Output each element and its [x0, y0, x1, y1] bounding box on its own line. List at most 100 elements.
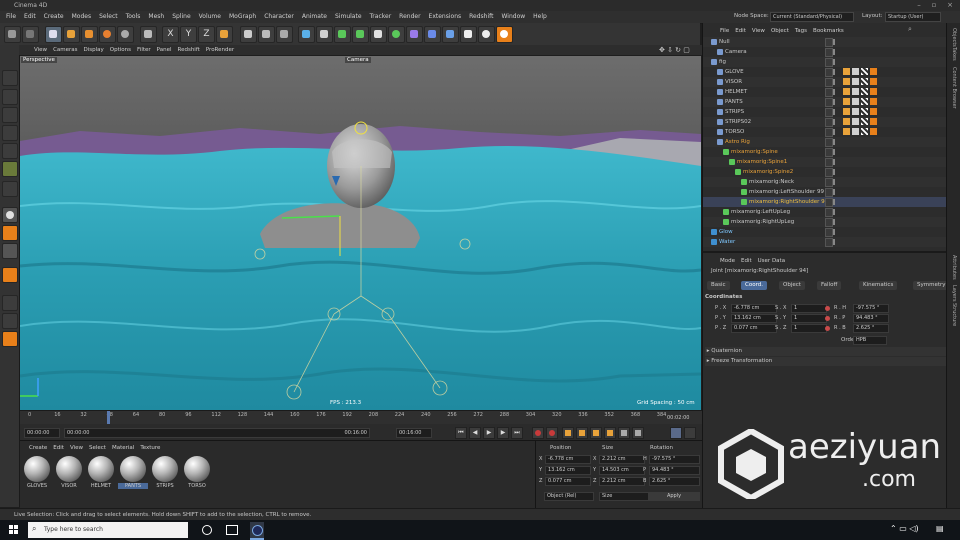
cube-button[interactable]	[298, 26, 315, 43]
material-tag-icon[interactable]	[843, 68, 850, 75]
object-row[interactable]: TORSO	[703, 127, 947, 137]
minimize-button[interactable]: –	[913, 1, 925, 10]
maximize-button[interactable]: ▫	[928, 1, 940, 10]
visibility-toggle-icon[interactable]	[833, 139, 835, 145]
material-menu-select[interactable]: Select	[86, 443, 109, 453]
material-tag-icon[interactable]	[843, 128, 850, 135]
menu-simulate[interactable]: Simulate	[331, 11, 366, 23]
scale-button[interactable]	[81, 26, 98, 43]
weight-tag-icon[interactable]	[870, 118, 877, 125]
visibility-dots[interactable]	[825, 158, 833, 167]
camera-button[interactable]	[460, 26, 477, 43]
material-menu-texture[interactable]: Texture	[137, 443, 163, 453]
visibility-toggle-icon[interactable]	[833, 39, 835, 45]
object-row[interactable]: Water	[703, 237, 947, 247]
fcurve-button[interactable]	[684, 427, 696, 439]
recent-tools-button[interactable]	[117, 26, 134, 43]
redshift-light-button[interactable]	[2, 267, 18, 283]
material-tag-icon[interactable]	[843, 88, 850, 95]
coordinate-system-button[interactable]	[216, 26, 233, 43]
object-menu-bookmarks[interactable]: Bookmarks	[810, 26, 847, 36]
attr-position-field[interactable]: -6.778 cm	[731, 304, 777, 313]
viewport-menu-display[interactable]: Display	[81, 45, 107, 55]
go-to-start-button[interactable]: ⏮	[455, 427, 467, 439]
weight-tag-icon[interactable]	[870, 68, 877, 75]
attribute-menu-user-data[interactable]: User Data	[755, 256, 788, 266]
menu-render[interactable]: Render	[395, 11, 424, 23]
visibility-toggle-icon[interactable]	[833, 79, 835, 85]
object-row[interactable]: mixamorig:Spine1	[703, 157, 947, 167]
visibility-toggle-icon[interactable]	[833, 49, 835, 55]
order-select[interactable]: HPB	[853, 336, 887, 345]
object-menu-tags[interactable]: Tags	[792, 26, 810, 36]
start-time-field[interactable]: 00:00:00	[24, 428, 60, 438]
material-swatch[interactable]: PANTS	[118, 455, 148, 489]
coord-size-field[interactable]: 2.212 cm	[599, 455, 645, 464]
visibility-toggle-icon[interactable]	[833, 109, 835, 115]
texture-tag-icon[interactable]	[852, 98, 859, 105]
weight-tag-icon[interactable]	[870, 98, 877, 105]
apply-button[interactable]: Apply	[648, 492, 700, 501]
checker-tag-icon[interactable]	[861, 118, 868, 125]
visibility-dots[interactable]	[825, 98, 833, 107]
visibility-dots[interactable]	[825, 238, 833, 247]
weight-tag-icon[interactable]	[870, 108, 877, 115]
render-settings-button[interactable]	[276, 26, 293, 43]
task-view-icon[interactable]	[226, 525, 238, 535]
model-mode-button[interactable]	[2, 161, 18, 177]
viewport-menu-redshift[interactable]: Redshift	[175, 45, 203, 55]
redshift-render-button[interactable]	[2, 225, 18, 241]
menu-edit[interactable]: Edit	[20, 11, 40, 23]
layout-select[interactable]: Startup (User)	[885, 12, 941, 22]
visibility-dots[interactable]	[825, 48, 833, 57]
checker-tag-icon[interactable]	[861, 98, 868, 105]
menu-volume[interactable]: Volume	[195, 11, 225, 23]
snap-button[interactable]	[2, 207, 18, 223]
sidebar-tab-attributes[interactable]: Attributes	[951, 255, 957, 280]
snap-settings-button[interactable]	[2, 243, 18, 259]
menu-select[interactable]: Select	[95, 11, 122, 23]
viewport-menu-panel[interactable]: Panel	[154, 45, 175, 55]
light-button[interactable]	[478, 26, 495, 43]
texture-mode-button[interactable]	[2, 295, 18, 311]
visibility-dots[interactable]	[825, 118, 833, 127]
texture-tag-icon[interactable]	[852, 68, 859, 75]
texture-tag-icon[interactable]	[852, 78, 859, 85]
axis-mode-button[interactable]	[2, 181, 18, 197]
visibility-dots[interactable]	[825, 108, 833, 117]
live-selection-button[interactable]	[45, 26, 62, 43]
sidebar-tab-structure[interactable]: Structure	[951, 303, 957, 326]
menu-animate[interactable]: Animate	[298, 11, 331, 23]
move-button[interactable]	[63, 26, 80, 43]
generator-button[interactable]	[352, 26, 369, 43]
visibility-toggle-icon[interactable]	[833, 89, 835, 95]
mograph-button[interactable]	[388, 26, 405, 43]
attr-rotation-field[interactable]: -97.575 °	[853, 304, 889, 313]
coord-position-field[interactable]: 13.162 cm	[545, 466, 591, 475]
object-row[interactable]: STRIPS	[703, 107, 947, 117]
object-row[interactable]: GLOVE	[703, 67, 947, 77]
3d-viewport[interactable]: Perspective Camera FPS : 213.3 Grid Spac…	[20, 56, 701, 410]
visibility-dots[interactable]	[825, 218, 833, 227]
object-menu-view[interactable]: View	[749, 26, 768, 36]
menu-help[interactable]: Help	[529, 11, 551, 23]
sidebar-tab-objects[interactable]: Objects	[951, 28, 957, 47]
visibility-toggle-icon[interactable]	[833, 149, 835, 155]
viewport-menu-prorender[interactable]: ProRender	[203, 45, 237, 55]
visibility-toggle-icon[interactable]	[833, 219, 835, 225]
coord-position-field[interactable]: -6.778 cm	[545, 455, 591, 464]
key-scale-button[interactable]	[590, 427, 602, 439]
cloner-button[interactable]	[370, 26, 387, 43]
menu-tracker[interactable]: Tracker	[366, 11, 396, 23]
visibility-dots[interactable]	[825, 198, 833, 207]
attr-rotation-field[interactable]: 94.483 °	[853, 314, 889, 323]
cortana-icon[interactable]	[202, 525, 212, 535]
playhead[interactable]	[107, 411, 110, 425]
viewport-menu-view[interactable]: View	[31, 45, 50, 55]
object-row[interactable]: mixamorig:Spine2	[703, 167, 947, 177]
visibility-dots[interactable]	[825, 88, 833, 97]
texture-tag-icon[interactable]	[852, 108, 859, 115]
checker-tag-icon[interactable]	[861, 88, 868, 95]
checkerboard-tool[interactable]	[2, 89, 18, 105]
attr-position-field[interactable]: 13.162 cm	[731, 314, 777, 323]
